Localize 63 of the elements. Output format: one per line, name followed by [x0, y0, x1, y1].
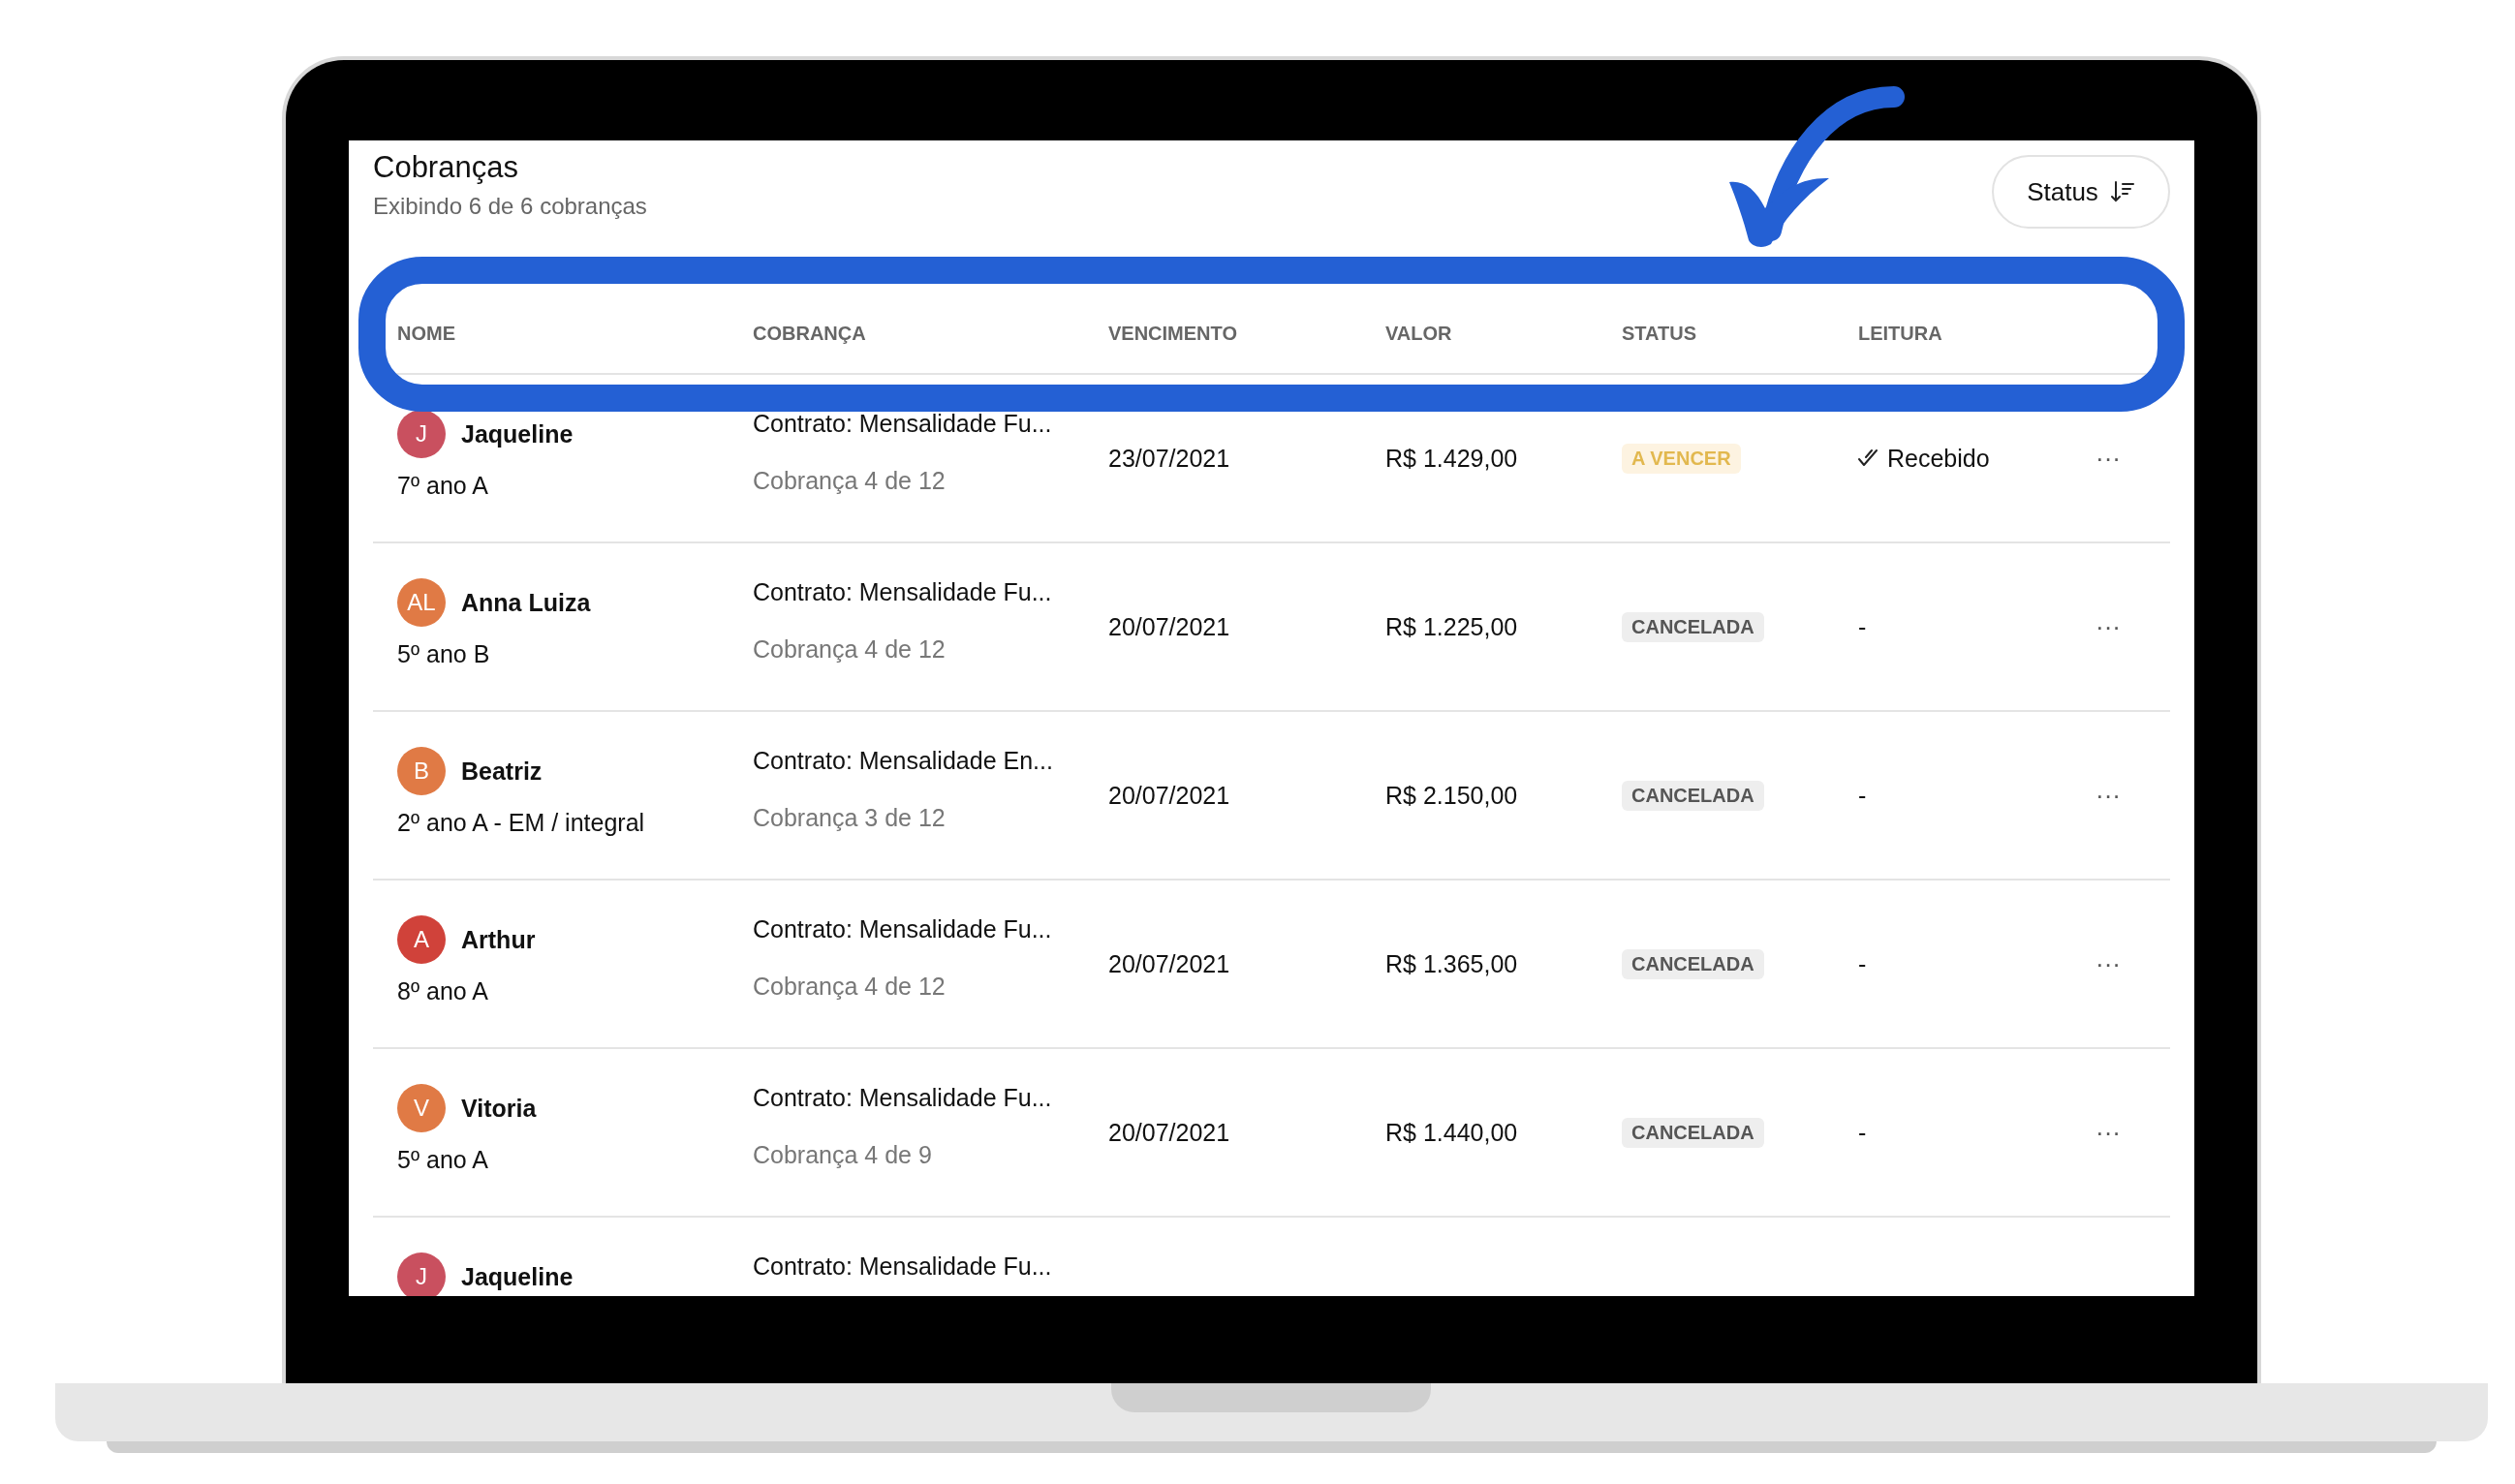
due-date: 20/07/2021 [1108, 949, 1231, 978]
more-options-button[interactable]: ··· [2088, 948, 2128, 979]
installment: Cobrança 3 de 12 [753, 804, 947, 832]
contract-name: Contrato: Mensalidade Fu... [753, 578, 1053, 606]
due-date: 20/07/2021 [1108, 781, 1231, 810]
class-name: 8º ano A [397, 977, 489, 1005]
reading-status: - [1858, 612, 1867, 641]
installment: Cobrança 4 de 12 [753, 973, 947, 1001]
amount: R$ 2.150,00 [1385, 781, 1519, 810]
amount: R$ 1.429,00 [1385, 444, 1519, 473]
status-badge: CANCELADA [1622, 1117, 1764, 1148]
avatar: J [397, 1252, 446, 1296]
student-name: Jaqueline [461, 1262, 574, 1291]
installment: Cobrança 4 de 12 [753, 467, 947, 495]
column-header: VENCIMENTO [1108, 322, 1238, 345]
sort-icon [2109, 179, 2135, 204]
avatar: B [397, 747, 446, 795]
more-options-button[interactable]: ··· [2088, 443, 2128, 474]
student-name: Jaqueline [461, 419, 574, 448]
status-sort-button[interactable]: Status [1992, 155, 2170, 229]
amount: R$ 1.440,00 [1385, 1118, 1519, 1147]
amount: R$ 1.225,00 [1385, 612, 1519, 641]
student-name: Beatriz [461, 757, 543, 786]
due-date: 20/07/2021 [1108, 612, 1231, 641]
status-badge: A VENCER [1622, 443, 1741, 474]
reading-status: - [1858, 781, 1867, 810]
reading-status: - [1858, 1118, 1867, 1147]
class-name: 7º ano A [397, 472, 489, 500]
contract-name: Contrato: Mensalidade Fu... [753, 1084, 1053, 1112]
more-options-button[interactable]: ··· [2088, 1117, 2128, 1148]
status-badge: CANCELADA [1622, 948, 1764, 979]
avatar: AL [397, 578, 446, 627]
amount: R$ 1.365,00 [1385, 949, 1519, 978]
class-name: 2º ano A - EM / integral [397, 809, 646, 837]
student-name: Arthur [461, 925, 536, 954]
status-badge: CANCELADA [1622, 611, 1764, 642]
status-badge: CANCELADA [1622, 780, 1764, 811]
avatar: A [397, 915, 446, 964]
column-header: NOME [396, 322, 456, 345]
contract-name: Contrato: Mensalidade En... [753, 747, 1054, 775]
page-title: Cobranças [373, 150, 519, 185]
contract-name: Contrato: Mensalidade Fu... [753, 1252, 1053, 1281]
avatar: V [397, 1084, 446, 1132]
contract-name: Contrato: Mensalidade Fu... [753, 410, 1053, 438]
class-name: 5º ano B [397, 640, 491, 668]
reading-status: - [1858, 949, 1867, 978]
more-options-button[interactable]: ··· [2088, 611, 2128, 642]
due-date: 20/07/2021 [1108, 1118, 1231, 1147]
result-count: Exibindo 6 de 6 cobranças [373, 193, 647, 220]
installment: Cobrança 4 de 9 [753, 1141, 933, 1169]
column-header: COBRANÇA [753, 322, 867, 345]
due-date: 23/07/2021 [1108, 444, 1231, 473]
student-name: Vitoria [461, 1094, 537, 1123]
contract-name: Contrato: Mensalidade Fu... [753, 915, 1053, 943]
more-options-button[interactable]: ··· [2088, 780, 2128, 811]
class-name: 5º ano A [397, 1146, 489, 1174]
avatar: J [397, 410, 446, 458]
column-header: LEITURA [1858, 322, 1943, 345]
reading-status: Recebido [1887, 444, 1990, 473]
column-header: VALOR [1385, 322, 1453, 345]
installment: Cobrança 4 de 12 [753, 635, 947, 664]
student-name: Anna Luiza [461, 588, 591, 617]
column-header: STATUS [1622, 322, 1698, 345]
